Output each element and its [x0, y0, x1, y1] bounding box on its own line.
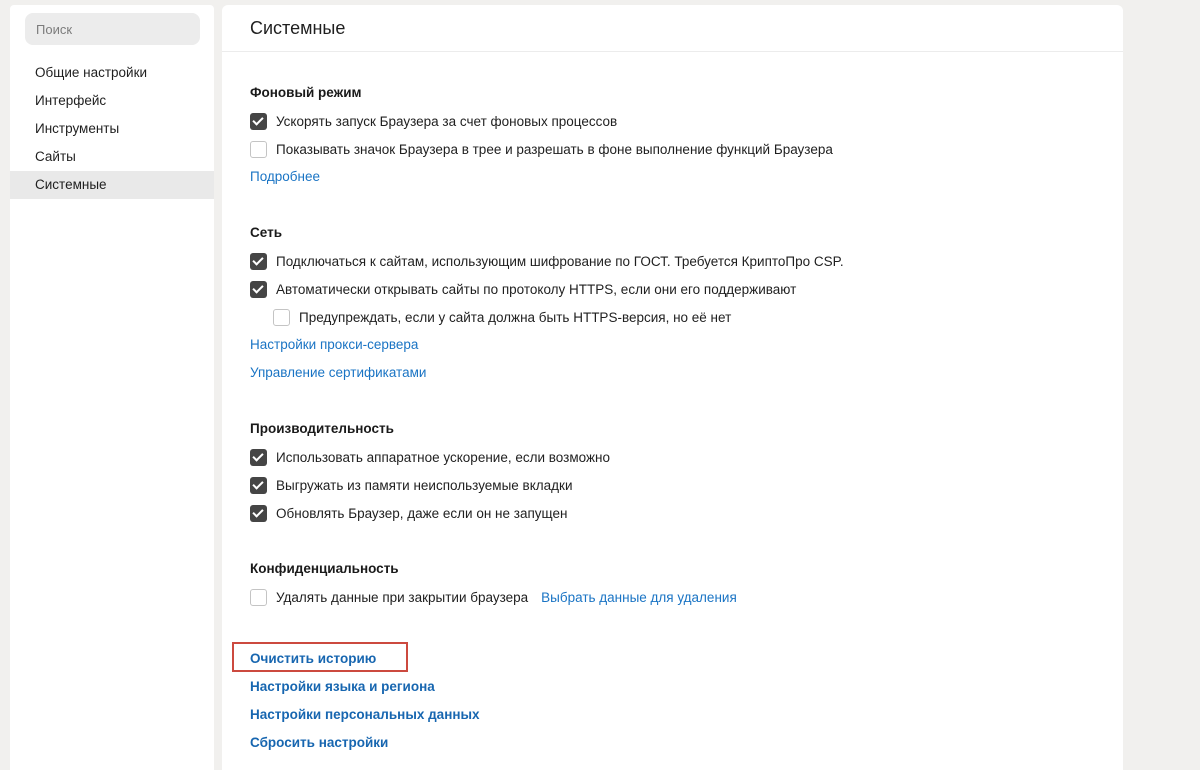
option-label: Использовать аппаратное ускорение, если … [276, 449, 610, 465]
language-settings-link[interactable]: Настройки языка и региона [250, 673, 435, 701]
more-info-link[interactable]: Подробнее [250, 163, 320, 191]
section-title: Фоновый режим [250, 85, 362, 100]
personal-data-settings-link[interactable]: Настройки персональных данных [250, 701, 480, 729]
settings-sidebar: Общие настройки Интерфейс Инструменты Са… [10, 5, 214, 770]
section-performance: Производительность Использовать аппаратн… [250, 415, 610, 527]
sidebar-item-general[interactable]: Общие настройки [10, 59, 214, 87]
section-network: Сеть Подключаться к сайтам, использующим… [250, 219, 844, 387]
section-privacy: Конфиденциальность Удалять данные при за… [250, 555, 737, 611]
clear-on-exit-option[interactable]: Удалять данные при закрытии браузера Выб… [250, 583, 737, 611]
option-label: Ускорять запуск Браузера за счет фоновых… [276, 113, 618, 129]
https-warn-option[interactable]: Предупреждать, если у сайта должна быть … [250, 303, 844, 331]
sidebar-nav: Общие настройки Интерфейс Инструменты Са… [10, 59, 214, 199]
checkbox-checked[interactable] [250, 504, 267, 522]
option-label: Удалять данные при закрытии браузера [276, 589, 529, 605]
background-boost-option[interactable]: Ускорять запуск Браузера за счет фоновых… [250, 107, 833, 135]
option-label: Подключаться к сайтам, использующим шифр… [276, 253, 844, 269]
checkbox-checked[interactable] [250, 448, 267, 466]
sidebar-item-interface[interactable]: Интерфейс [10, 87, 214, 115]
checkbox-unchecked[interactable] [273, 308, 290, 326]
section-title: Сеть [250, 225, 282, 240]
sidebar-item-tools[interactable]: Инструменты [10, 115, 214, 143]
gost-option[interactable]: Подключаться к сайтам, использующим шифр… [250, 247, 844, 275]
certificates-link[interactable]: Управление сертификатами [250, 359, 426, 387]
sidebar-item-system[interactable]: Системные [10, 171, 214, 199]
sidebar-item-sites[interactable]: Сайты [10, 143, 214, 171]
option-label: Выгружать из памяти неиспользуемые вклад… [276, 477, 573, 493]
section-actions: Очистить историю Настройки языка и регио… [250, 645, 480, 757]
proxy-settings-link[interactable]: Настройки прокси-сервера [250, 331, 418, 359]
option-label: Обновлять Браузер, даже если он не запущ… [276, 505, 568, 521]
checkbox-checked[interactable] [250, 476, 267, 494]
unload-tabs-option[interactable]: Выгружать из памяти неиспользуемые вклад… [250, 471, 610, 499]
option-label: Предупреждать, если у сайта должна быть … [299, 309, 732, 325]
option-label: Автоматически открывать сайты по протоко… [276, 281, 797, 297]
option-label: Показывать значок Браузера в трее и разр… [276, 141, 833, 157]
checkbox-checked[interactable] [250, 252, 267, 270]
reset-settings-link[interactable]: Сбросить настройки [250, 729, 388, 757]
page-title: Системные [222, 5, 1123, 52]
auto-update-option[interactable]: Обновлять Браузер, даже если он не запущ… [250, 499, 610, 527]
clear-history-link[interactable]: Очистить историю [250, 645, 376, 673]
search-input[interactable] [25, 13, 200, 45]
hw-accel-option[interactable]: Использовать аппаратное ускорение, если … [250, 443, 610, 471]
section-title: Производительность [250, 421, 394, 436]
background-tray-option[interactable]: Показывать значок Браузера в трее и разр… [250, 135, 833, 163]
choose-data-link[interactable]: Выбрать данные для удаления [541, 590, 737, 605]
checkbox-unchecked[interactable] [250, 140, 267, 158]
settings-main-panel: Системные Фоновый режим Ускорять запуск … [222, 5, 1123, 770]
https-option[interactable]: Автоматически открывать сайты по протоко… [250, 275, 844, 303]
checkbox-checked[interactable] [250, 280, 267, 298]
checkbox-checked[interactable] [250, 112, 267, 130]
section-background: Фоновый режим Ускорять запуск Браузера з… [250, 79, 833, 191]
checkbox-unchecked[interactable] [250, 588, 267, 606]
section-title: Конфиденциальность [250, 561, 399, 576]
